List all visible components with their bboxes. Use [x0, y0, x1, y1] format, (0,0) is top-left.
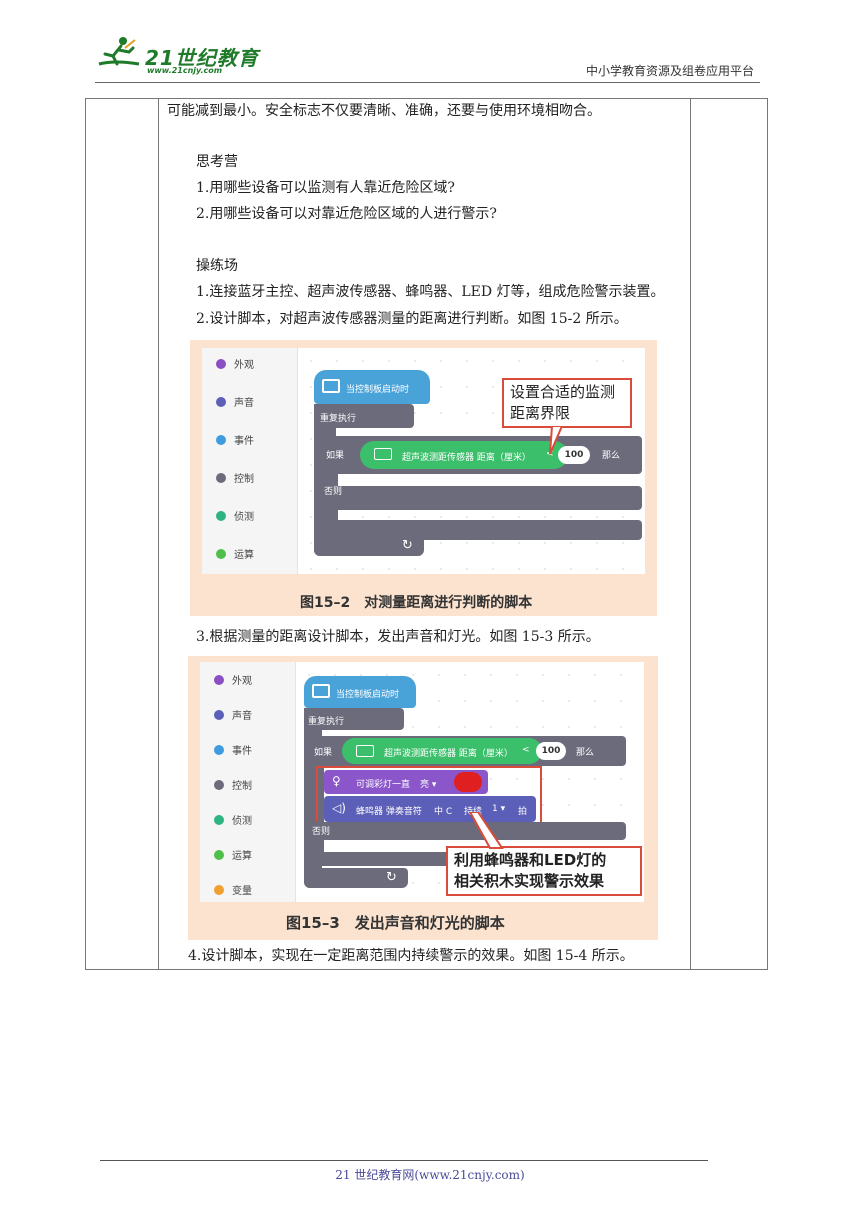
events-dot-icon: [216, 435, 226, 445]
figure-15-3: 外观 声音 事件 控制 侦测 运算 变量 当控制板启动时 重复执行 ↻ 如果 超…: [188, 656, 658, 940]
think-question-2: 2.用哪些设备可以对靠近危险区域的人进行警示?: [196, 206, 497, 222]
callout-arrow-icon: [549, 426, 564, 455]
header-platform-name: 中小学教育资源及组卷应用平台: [585, 64, 754, 78]
repeat-forever-block[interactable]: 重复执行: [304, 708, 404, 730]
figure-caption-15-3: 图15–3 发出声音和灯光的脚本: [286, 914, 505, 932]
control-dot-icon: [214, 780, 224, 790]
figure-caption-15-2: 图15–2 对测量距离进行判断的脚本: [300, 595, 533, 611]
control-dot-icon: [216, 473, 226, 483]
practice-step-3: 3.根据测量的距离设计脚本，发出声音和灯光。如图 15-3 所示。: [196, 629, 600, 645]
site-logo[interactable]: 21世纪教育 www.21cnjy.com: [95, 34, 265, 75]
section-title-practice: 操练场: [196, 258, 238, 274]
if-else-block[interactable]: 如果 超声波测距传感器 距离（厘米） < 100 那么: [308, 736, 626, 766]
sound-dot-icon: [214, 710, 224, 720]
logo-url: www.21cnjy.com: [147, 66, 223, 75]
callout-buzzer-led: 利用蜂鸣器和LED灯的 相关积木实现警示效果: [446, 846, 642, 896]
table-column-divider: [690, 99, 691, 969]
category-operators[interactable]: 运算: [214, 847, 252, 862]
block-editor-screenshot: 外观 声音 事件 控制 侦测 运算 当控制板启动时 重复执行 ↻ 如果 超声波测…: [202, 348, 645, 574]
callout-arrow-icon: [468, 812, 504, 849]
board-icon: [322, 379, 340, 393]
category-looks[interactable]: 外观: [216, 356, 254, 371]
footer-site-link[interactable]: 21 世纪教育网(www.21cnjy.com): [0, 1166, 860, 1183]
ultrasonic-compare-block[interactable]: 超声波测距传感器 距离（厘米） <: [342, 738, 542, 764]
sound-dot-icon: [216, 397, 226, 407]
category-events[interactable]: 事件: [214, 742, 252, 757]
category-events[interactable]: 事件: [216, 432, 254, 447]
board-icon: [312, 684, 330, 698]
category-sound[interactable]: 声音: [214, 707, 252, 722]
repeat-block-bottom: ↻: [304, 868, 408, 888]
sensing-dot-icon: [214, 815, 224, 825]
practice-step-1: 1.连接蓝牙主控、超声波传感器、蜂鸣器、LED 灯等，组成危险警示装置。: [196, 284, 665, 300]
block-editor-screenshot: 外观 声音 事件 控制 侦测 运算 变量 当控制板启动时 重复执行 ↻ 如果 超…: [200, 662, 644, 902]
ultrasonic-sensor-icon: [374, 448, 392, 460]
category-sound[interactable]: 声音: [216, 394, 254, 409]
footer-divider: [100, 1160, 708, 1161]
category-control[interactable]: 控制: [216, 470, 254, 485]
category-panel: 外观 声音 事件 控制 侦测 运算 变量: [200, 662, 296, 902]
section-title-think: 思考营: [196, 154, 238, 170]
events-dot-icon: [214, 745, 224, 755]
looks-dot-icon: [216, 359, 226, 369]
category-looks[interactable]: 外观: [214, 672, 252, 687]
category-variables[interactable]: 变量: [214, 882, 252, 897]
category-operators[interactable]: 运算: [216, 546, 254, 561]
hat-block-on-start[interactable]: 当控制板启动时: [314, 370, 430, 404]
if-block-bottom: [320, 520, 642, 540]
operators-dot-icon: [216, 549, 226, 559]
category-panel: 外观 声音 事件 控制 侦测 运算: [202, 348, 298, 574]
repeat-forever-block[interactable]: 重复执行: [314, 404, 414, 428]
table-column-divider: [158, 99, 159, 969]
page-header: 21世纪教育 www.21cnjy.com 中小学教育资源及组卷应用平台: [95, 30, 760, 80]
header-divider: [95, 82, 760, 83]
category-sensing[interactable]: 侦测: [214, 812, 252, 827]
ultrasonic-sensor-icon: [356, 745, 374, 757]
figure-15-2: 外观 声音 事件 控制 侦测 运算 当控制板启动时 重复执行 ↻ 如果 超声波测…: [190, 340, 657, 616]
hat-block-on-start[interactable]: 当控制板启动时: [304, 676, 416, 708]
else-block: 否则: [320, 486, 642, 510]
loop-arrow-icon: ↻: [402, 538, 413, 553]
category-sensing[interactable]: 侦测: [216, 508, 254, 523]
category-control[interactable]: 控制: [214, 777, 252, 792]
sensing-dot-icon: [216, 511, 226, 521]
paragraph-safety-sign: 可能减到最小。安全标志不仅要清晰、准确，还要与使用环境相吻合。: [167, 103, 601, 119]
runner-logo-icon: [98, 37, 140, 66]
if-else-block[interactable]: 如果 超声波测距传感器 距离（厘米） < 100 那么: [320, 436, 642, 474]
loop-arrow-icon: ↻: [386, 870, 397, 885]
looks-dot-icon: [214, 675, 224, 685]
operators-dot-icon: [214, 850, 224, 860]
callout-distance-limit: 设置合适的监测 距离界限: [502, 378, 632, 428]
variables-dot-icon: [214, 885, 224, 895]
distance-threshold-input[interactable]: 100: [536, 742, 566, 760]
practice-step-2: 2.设计脚本，对超声波传感器测量的距离进行判断。如图 15-2 所示。: [196, 311, 628, 327]
practice-step-4: 4.设计脚本，实现在一定距离范围内持续警示的效果。如图 15-4 所示。: [188, 948, 634, 964]
think-question-1: 1.用哪些设备可以监测有人靠近危险区域?: [196, 180, 455, 196]
